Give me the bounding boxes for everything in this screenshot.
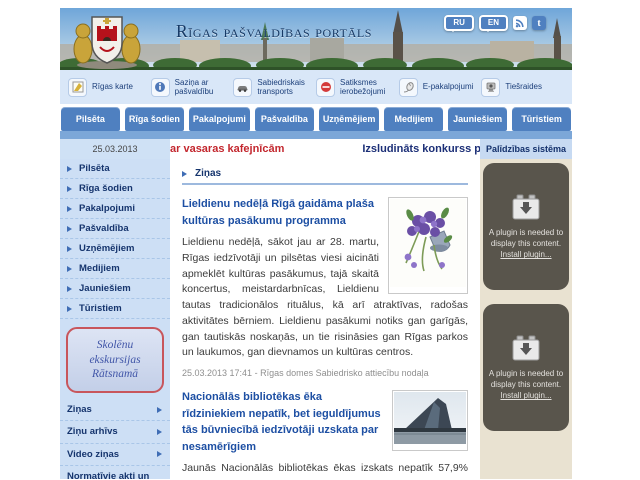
header-banner: Rīgas pašvaldības portāls RU EN t [60, 8, 572, 70]
sidebar-item-normativie-akti[interactable]: Normatīvie akti un attīstības plānošanas… [60, 466, 170, 479]
tab-medijiem[interactable]: Medijiem [384, 107, 443, 131]
nav-strip [60, 131, 572, 139]
lang-ru-button[interactable]: RU [444, 15, 474, 31]
current-date: 25.03.2013 [60, 139, 170, 159]
lang-en-button[interactable]: EN [479, 15, 508, 31]
sidebar-item-turistiem[interactable]: Tūristiem [60, 299, 170, 319]
left-sidebar: Pilsēta Rīga šodien Pakalpojumi Pašvaldī… [60, 159, 170, 479]
sidebar-item-jauniesiem[interactable]: Jauniešiem [60, 279, 170, 299]
toolbar-item-riga-map[interactable]: Rīgas karte [68, 78, 151, 97]
sidebar-item-zinu-arhivs[interactable]: Ziņu arhīvs [60, 421, 170, 443]
no-entry-icon [316, 78, 335, 97]
arrow-right-icon [67, 246, 75, 252]
arrow-right-icon [67, 306, 75, 312]
ticker-item-1[interactable]: ar vasaras kafejnīcām [170, 143, 284, 155]
news-article: Nacionālās bibliotēkas ēka rīdziniekiem … [182, 389, 468, 479]
main-navigation: Pilsēta Rīga šodien Pakalpojumi Pašvaldī… [60, 104, 572, 139]
sidebar-item-riga-sodien[interactable]: Rīga šodien [60, 179, 170, 199]
arrow-right-icon [67, 286, 75, 292]
help-system-button[interactable]: Palīdzības sistēma [480, 139, 572, 159]
webcam-icon [481, 78, 500, 97]
rss-icon[interactable] [513, 16, 527, 30]
toolbar-item-public-transport[interactable]: Sabiedriskais transports [233, 78, 316, 97]
arrow-right-icon [67, 186, 75, 192]
news-ticker-row: 25.03.2013 ar vasaras kafejnīcām Izsludin… [60, 139, 572, 159]
tab-jauniesiem[interactable]: Jauniešiem [448, 107, 507, 131]
toolbar-item-contact-municipality[interactable]: Saziņa ar pašvaldību [151, 78, 234, 97]
map-icon [68, 78, 87, 97]
ticker-item-2[interactable]: Izsludināts konkurss par [362, 143, 480, 155]
tab-uznemejiem[interactable]: Uzņēmējiem [319, 107, 380, 131]
plugin-brick-icon [510, 194, 542, 222]
sidebar-item-video-zinas[interactable]: Video ziņas [60, 444, 170, 466]
arrow-right-icon [67, 266, 75, 272]
article-meta: 25.03.2013 17:41 - Rīgas domes Sabiedris… [182, 368, 468, 378]
plugin-placeholder-2: A plugin is needed to display this conte… [483, 304, 569, 431]
plugin-brick-icon [510, 335, 542, 363]
riga-coat-of-arms [70, 9, 144, 69]
toolbar-item-live-streams[interactable]: Tiešraides [481, 78, 564, 97]
plugin-message: A plugin is needed to display this conte… [489, 228, 563, 250]
tab-pasvaldiba[interactable]: Pašvaldība [255, 107, 314, 131]
info-icon [151, 78, 170, 97]
news-content-column: Ziņas Lieldienu nedēļā Rīgā gaidāma plaš… [170, 159, 480, 479]
school-excursions-banner[interactable]: Skolēnu ekskursijas Rātsnamā [66, 327, 164, 393]
quick-links-toolbar: Rīgas karte Saziņa ar pašvaldību Sabiedr… [60, 70, 572, 104]
arrow-right-icon [182, 171, 190, 177]
site-title: Rīgas pašvaldības portāls [176, 21, 372, 42]
mouse-icon [399, 78, 418, 97]
install-plugin-link[interactable]: Install plugin... [500, 250, 551, 259]
tab-pakalpojumi[interactable]: Pakalpojumi [189, 107, 250, 131]
article-body: Jaunās Nacionālās bibliotēkas ēkas izska… [182, 461, 468, 479]
sidebar-item-pilseta[interactable]: Pilsēta [60, 159, 170, 179]
easter-flowers-photo[interactable] [388, 197, 468, 294]
sidebar-item-medijiem[interactable]: Medijiem [60, 259, 170, 279]
breadcrumb[interactable]: Ziņas [182, 159, 468, 185]
national-library-photo[interactable] [392, 390, 468, 451]
plugin-placeholder-1: A plugin is needed to display this conte… [483, 163, 569, 290]
arrow-right-icon [67, 166, 75, 172]
toolbar-item-traffic-restrictions[interactable]: Satiksmes ierobežojumi [316, 78, 399, 97]
sidebar-item-zinas[interactable]: Ziņas [60, 399, 170, 421]
arrow-right-icon [157, 429, 165, 435]
install-plugin-link[interactable]: Install plugin... [500, 391, 551, 400]
sidebar-item-pasvaldiba[interactable]: Pašvaldība [60, 219, 170, 239]
arrow-right-icon [67, 206, 75, 212]
toolbar-item-e-services[interactable]: E-pakalpojumi [399, 78, 482, 97]
arrow-right-icon [157, 451, 165, 457]
twitter-icon[interactable]: t [532, 16, 546, 30]
riga-portal-page: Rīgas pašvaldības portāls RU EN t Rīgas … [0, 0, 640, 480]
tab-riga-sodien[interactable]: Rīga šodien [125, 107, 184, 131]
arrow-right-icon [67, 226, 75, 232]
news-article: Lieldienu nedēļā Rīgā gaidāma plaša kult… [182, 196, 468, 378]
tab-pilseta[interactable]: Pilsēta [61, 107, 120, 131]
news-marquee[interactable]: ar vasaras kafejnīcām Izsludināts konkurs… [170, 139, 480, 159]
sidebar-item-pakalpojumi[interactable]: Pakalpojumi [60, 199, 170, 219]
sidebar-item-uznemejiem[interactable]: Uzņēmējiem [60, 239, 170, 259]
car-icon [233, 78, 252, 97]
right-sidebar: A plugin is needed to display this conte… [480, 159, 572, 479]
tab-turistiem[interactable]: Tūristiem [512, 107, 571, 131]
plugin-message: A plugin is needed to display this conte… [489, 369, 563, 391]
arrow-right-icon [157, 407, 165, 413]
